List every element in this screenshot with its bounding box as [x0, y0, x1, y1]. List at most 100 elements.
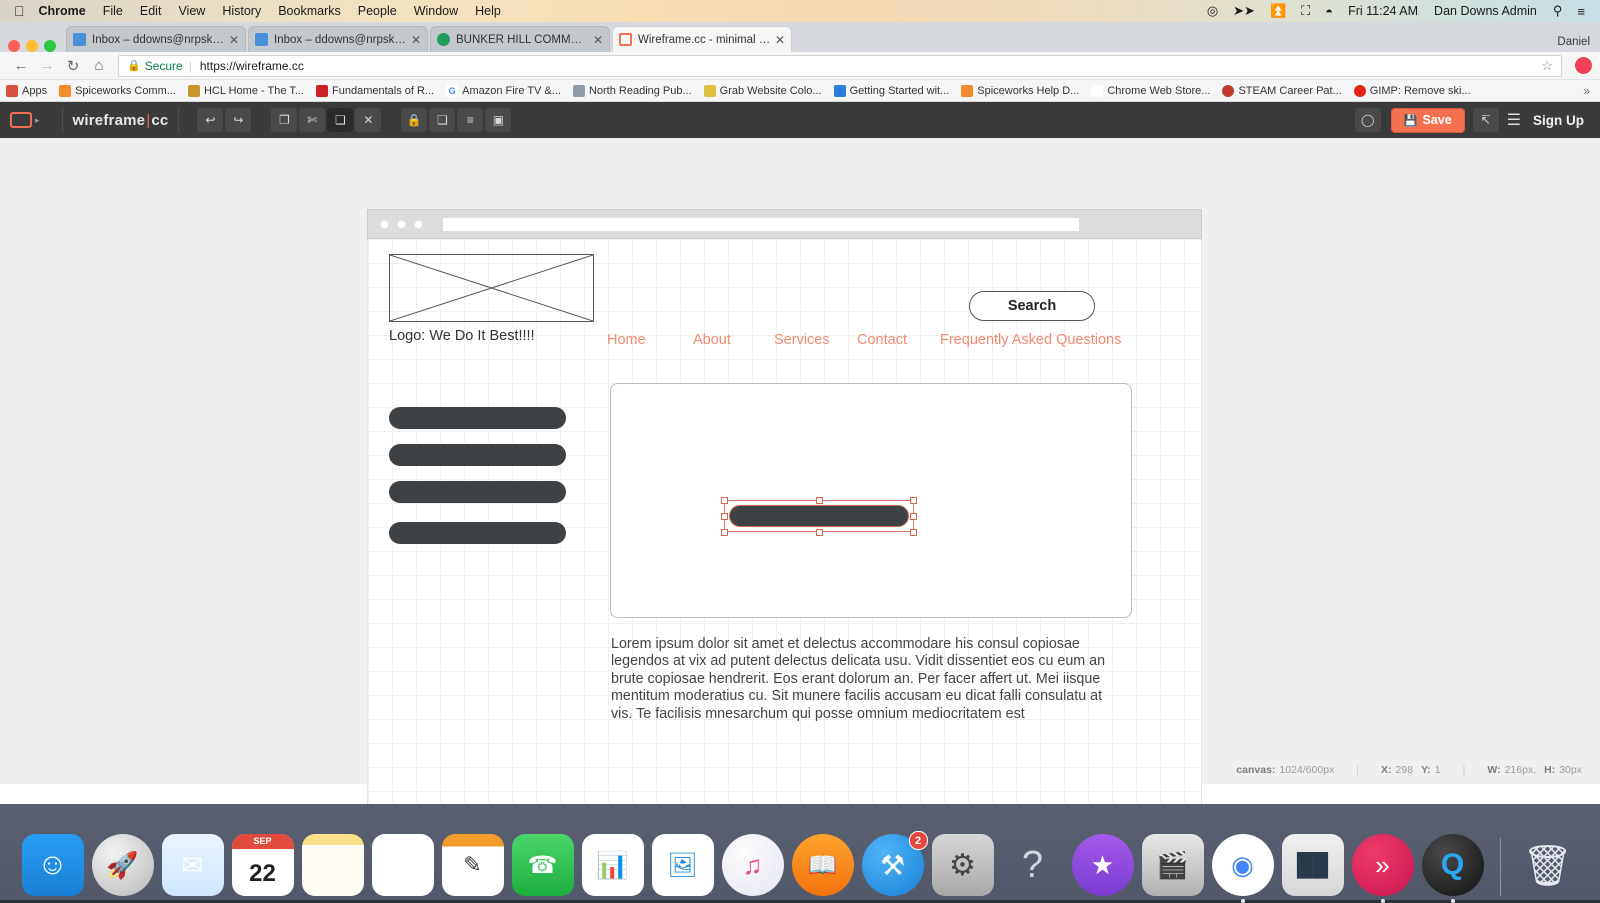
sidebar-bar-block[interactable] — [389, 444, 566, 466]
dock-imovie-icon[interactable]: ★ — [1071, 834, 1134, 896]
chrome-profile-name[interactable]: Daniel — [1557, 36, 1590, 48]
dock-system-preferences-icon[interactable]: ⚙ — [931, 834, 994, 896]
menu-item-window[interactable]: Window — [414, 4, 458, 18]
nav-link-faq[interactable]: Frequently Asked Questions — [940, 332, 1121, 348]
bookmark-item[interactable]: Grab Website Colo... — [703, 84, 822, 97]
copy-button[interactable]: ❐ — [271, 108, 298, 132]
resize-handle-n[interactable] — [816, 497, 823, 504]
bookmark-item[interactable]: Chrome Web Store... — [1091, 84, 1210, 97]
airplay-icon[interactable]: ⛶ — [1301, 3, 1310, 19]
dock-help-icon[interactable]: ? — [1002, 834, 1064, 896]
dock-pages-icon[interactable]: ✎ — [441, 834, 504, 896]
dock-finder-icon[interactable]: ☺ — [21, 834, 84, 896]
tab-close-icon[interactable]: ✕ — [229, 33, 239, 47]
pocket-extension-icon[interactable] — [1575, 57, 1592, 74]
resize-handle-e[interactable] — [910, 513, 917, 520]
resize-handle-ne[interactable] — [910, 497, 917, 504]
bookmark-item[interactable]: North Reading Pub... — [572, 84, 692, 97]
image-placeholder-box[interactable] — [389, 254, 594, 322]
dock-ibooks-icon[interactable]: 📖 — [791, 834, 854, 896]
menu-item-chrome[interactable]: Chrome — [39, 4, 86, 18]
wifi-icon[interactable]: ◓ — [1325, 4, 1333, 19]
menu-item-file[interactable]: File — [103, 4, 123, 18]
dock-hype-icon[interactable]: » — [1351, 834, 1414, 903]
sidebar-bar-block[interactable] — [389, 407, 566, 429]
nav-link-services[interactable]: Services — [774, 332, 830, 348]
resize-handle-w[interactable] — [721, 513, 728, 520]
comment-bubble-icon[interactable]: ◯ — [1354, 108, 1381, 132]
address-bar[interactable]: 🔒 Secure | https://wireframe.cc ☆ — [118, 54, 1562, 77]
menu-item-history[interactable]: History — [222, 4, 261, 18]
dock-app-store-icon[interactable]: ⚒ 2 — [861, 831, 928, 896]
dock-calendar-icon[interactable]: SEP 22 — [231, 834, 294, 896]
sidebar-bar-block[interactable] — [389, 522, 566, 544]
hamburger-menu-icon[interactable]: ☰ — [1507, 110, 1521, 130]
resize-handle-nw[interactable] — [721, 497, 728, 504]
minimize-window-button[interactable] — [26, 40, 38, 52]
browser-tab[interactable]: Inbox – ddowns@nrpsk12.org ✕ — [66, 26, 246, 52]
align-button[interactable]: ≡ — [457, 108, 484, 132]
menu-item-help[interactable]: Help — [475, 4, 501, 18]
bookmark-star-icon[interactable]: ☆ — [1541, 58, 1553, 74]
close-window-button[interactable] — [8, 40, 20, 52]
dock-numbers-icon[interactable]: 📊 — [581, 834, 644, 896]
dock-reminders-icon[interactable]: ⋮ — [371, 834, 434, 896]
dock-mail-icon[interactable]: ✉ — [161, 834, 224, 896]
maximize-window-button[interactable] — [44, 40, 56, 52]
wireframe-logo-icon[interactable] — [10, 112, 32, 128]
save-button[interactable]: 💾 Save — [1390, 107, 1465, 133]
dock-google-chrome-icon[interactable]: ◉ — [1211, 834, 1274, 903]
redo-button[interactable]: ↪ — [225, 108, 252, 132]
dock-facetime-icon[interactable]: ☎ — [511, 834, 574, 896]
lock-button[interactable]: 🔒 — [401, 108, 428, 132]
mock-address-bar[interactable] — [443, 217, 1079, 231]
browser-tab[interactable]: Inbox – ddowns@nrpsk12.org ✕ — [248, 26, 428, 52]
distribute-button[interactable]: ▣ — [485, 108, 512, 132]
wireframe-page-body[interactable]: Logo: We Do It Best!!!! Search Home Abou… — [367, 239, 1202, 825]
bluetooth-icon[interactable]: ⏫ — [1270, 3, 1286, 19]
menu-item-edit[interactable]: Edit — [140, 4, 162, 18]
dock-automator-icon[interactable]: ██ — [1281, 834, 1344, 896]
bookmark-item[interactable]: Fundamentals of R... — [316, 84, 434, 97]
dock-final-cut-pro-icon[interactable]: 🎬 — [1141, 834, 1204, 896]
dock-launchpad-icon[interactable]: 🚀 — [91, 834, 154, 896]
notification-center-icon[interactable]: ≡ — [1577, 4, 1585, 19]
resize-handle-se[interactable] — [910, 529, 917, 536]
tab-close-icon[interactable]: ✕ — [593, 33, 603, 47]
signup-button[interactable]: Sign Up — [1533, 113, 1584, 128]
dock-keynote-icon[interactable]: 🖼 — [651, 834, 714, 896]
menu-item-view[interactable]: View — [178, 4, 205, 18]
bookmark-item[interactable]: Spiceworks Comm... — [59, 84, 176, 97]
back-arrow-icon[interactable]: ← — [8, 57, 34, 74]
delete-button[interactable]: ✕ — [355, 108, 382, 132]
dock-quicktime-player-icon[interactable]: Q — [1421, 834, 1484, 903]
cut-button[interactable]: ✄ — [299, 108, 326, 132]
browser-tab-active[interactable]: Wireframe.cc - minimal wirefra ✕ — [612, 26, 792, 52]
share-nodes-icon[interactable]: ↸ — [1472, 108, 1499, 132]
dropbox-icon[interactable]: ➤➤ — [1233, 3, 1255, 19]
spotlight-search-icon[interactable]: ⚲ — [1553, 3, 1563, 19]
logo-caption[interactable]: Logo: We Do It Best!!!! — [389, 328, 535, 344]
bookmark-item[interactable]: GIMP: Remove ski... — [1353, 84, 1471, 97]
search-button[interactable]: Search — [969, 291, 1095, 321]
bookmark-item[interactable]: G Amazon Fire TV &... — [446, 84, 561, 97]
dock-notes-icon[interactable] — [301, 834, 364, 896]
nav-link-contact[interactable]: Contact — [857, 332, 907, 348]
nav-link-about[interactable]: About — [693, 332, 731, 348]
chevron-right-icon[interactable]: ▸ — [35, 115, 40, 126]
bookmark-item[interactable]: Getting Started wit... — [833, 84, 949, 97]
browser-tab[interactable]: BUNKER HILL COMMUNITY C ✕ — [430, 26, 610, 52]
body-paragraph[interactable]: Lorem ipsum dolor sit amet et delectus a… — [611, 636, 1121, 723]
bookmark-item[interactable]: STEAM Career Pat... — [1222, 84, 1342, 97]
menu-item-people[interactable]: People — [358, 4, 397, 18]
paste-button[interactable]: ❏ — [327, 108, 354, 132]
resize-handle-sw[interactable] — [721, 529, 728, 536]
apple-menu-icon[interactable]:  — [14, 4, 25, 18]
reload-icon[interactable]: ↻ — [60, 57, 86, 75]
dock-trash-icon[interactable]: 🗑 — [1517, 834, 1579, 896]
sidebar-bar-block[interactable] — [389, 481, 566, 503]
chevron-double-right-icon[interactable]: » — [1583, 84, 1594, 98]
tab-close-icon[interactable]: ✕ — [775, 33, 785, 47]
home-icon[interactable]: ⌂ — [86, 57, 112, 74]
resize-handle-s[interactable] — [816, 529, 823, 536]
